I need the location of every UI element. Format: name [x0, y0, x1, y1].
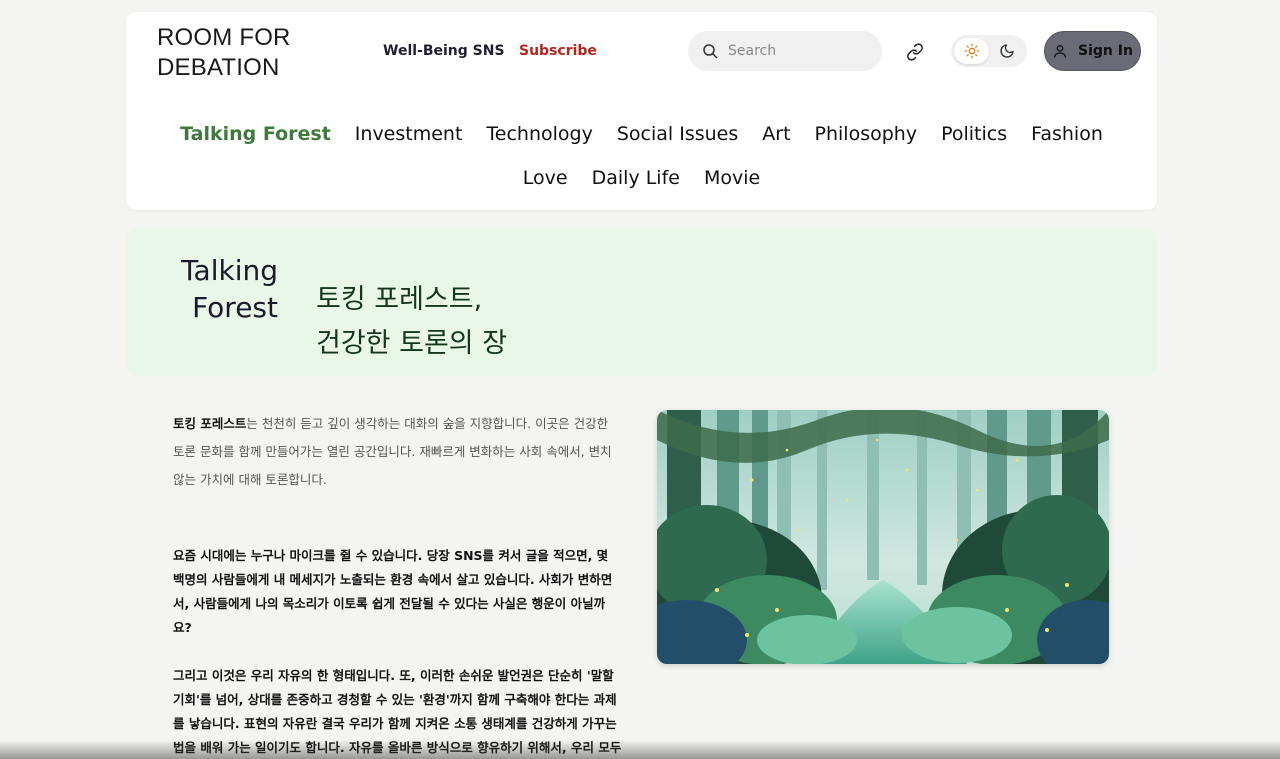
logo-line2: DEBATION [157, 54, 280, 81]
paragraph-1: 요즘 시대에는 누구나 마이크를 쥘 수 있습니다. 당장 SNS를 켜서 글을… [173, 548, 613, 635]
copy-link-button[interactable] [904, 41, 926, 63]
hero-subtitle: 토킹 포레스트, 건강한 토론의 장 [316, 278, 507, 366]
category-daily-life[interactable]: Daily Life [592, 166, 680, 190]
hero-subtitle-line1: 토킹 포레스트, [316, 284, 483, 315]
site-logo[interactable]: ROOM FOR DEBATION [157, 23, 337, 83]
nav-well-being-sns[interactable]: Well-Being SNS [383, 43, 505, 59]
forest-illustration [657, 410, 1109, 664]
intro-bold: 토킹 포레스트 [173, 416, 247, 431]
search-input[interactable] [728, 43, 868, 59]
sign-in-label: Sign In [1078, 43, 1133, 59]
hero-title-line2: Forest [192, 291, 278, 324]
dark-theme-button[interactable] [989, 38, 1024, 64]
link-icon [907, 43, 923, 61]
hero-subtitle-line2: 건강한 토론의 장 [316, 328, 508, 359]
article-body: 토킹 포레스트는 천천히 듣고 깊이 생각하는 대화의 숲을 지향합니다. 이곳… [173, 410, 623, 759]
search-icon [703, 44, 718, 59]
search-box[interactable] [688, 31, 882, 71]
user-icon [1054, 45, 1067, 58]
category-politics[interactable]: Politics [941, 122, 1007, 146]
category-art[interactable]: Art [762, 122, 790, 146]
sign-in-button[interactable]: Sign In [1044, 31, 1141, 71]
forest-image [657, 410, 1109, 664]
hero-title-line1: Talking [181, 254, 278, 287]
theme-toggle[interactable] [951, 35, 1027, 67]
category-investment[interactable]: Investment [355, 122, 463, 146]
category-social-issues[interactable]: Social Issues [617, 122, 738, 146]
category-nav: Talking Forest Investment Technology Soc… [126, 122, 1157, 190]
category-fashion[interactable]: Fashion [1031, 122, 1103, 146]
bottom-shadow [0, 740, 1280, 759]
site-header: ROOM FOR DEBATION Well-Being SNS Subscri… [126, 12, 1157, 210]
category-philosophy[interactable]: Philosophy [815, 122, 918, 146]
nav-subscribe[interactable]: Subscribe [519, 43, 597, 59]
category-row: Love Daily Life Movie [126, 166, 1157, 190]
hero-title: Talking Forest [164, 252, 278, 326]
category-technology[interactable]: Technology [486, 122, 592, 146]
light-theme-button[interactable] [954, 38, 989, 64]
hero-banner: Talking Forest 토킹 포레스트, 건강한 토론의 장 [126, 228, 1157, 376]
logo-line1: ROOM FOR [157, 24, 291, 51]
moon-icon [999, 44, 1014, 58]
category-movie[interactable]: Movie [704, 166, 760, 190]
sun-icon [964, 43, 979, 59]
category-talking-forest[interactable]: Talking Forest [180, 122, 331, 146]
category-love[interactable]: Love [523, 166, 568, 190]
intro-paragraph: 토킹 포레스트는 천천히 듣고 깊이 생각하는 대화의 숲을 지향합니다. 이곳… [173, 410, 623, 494]
category-row: Talking Forest Investment Technology Soc… [126, 122, 1157, 146]
